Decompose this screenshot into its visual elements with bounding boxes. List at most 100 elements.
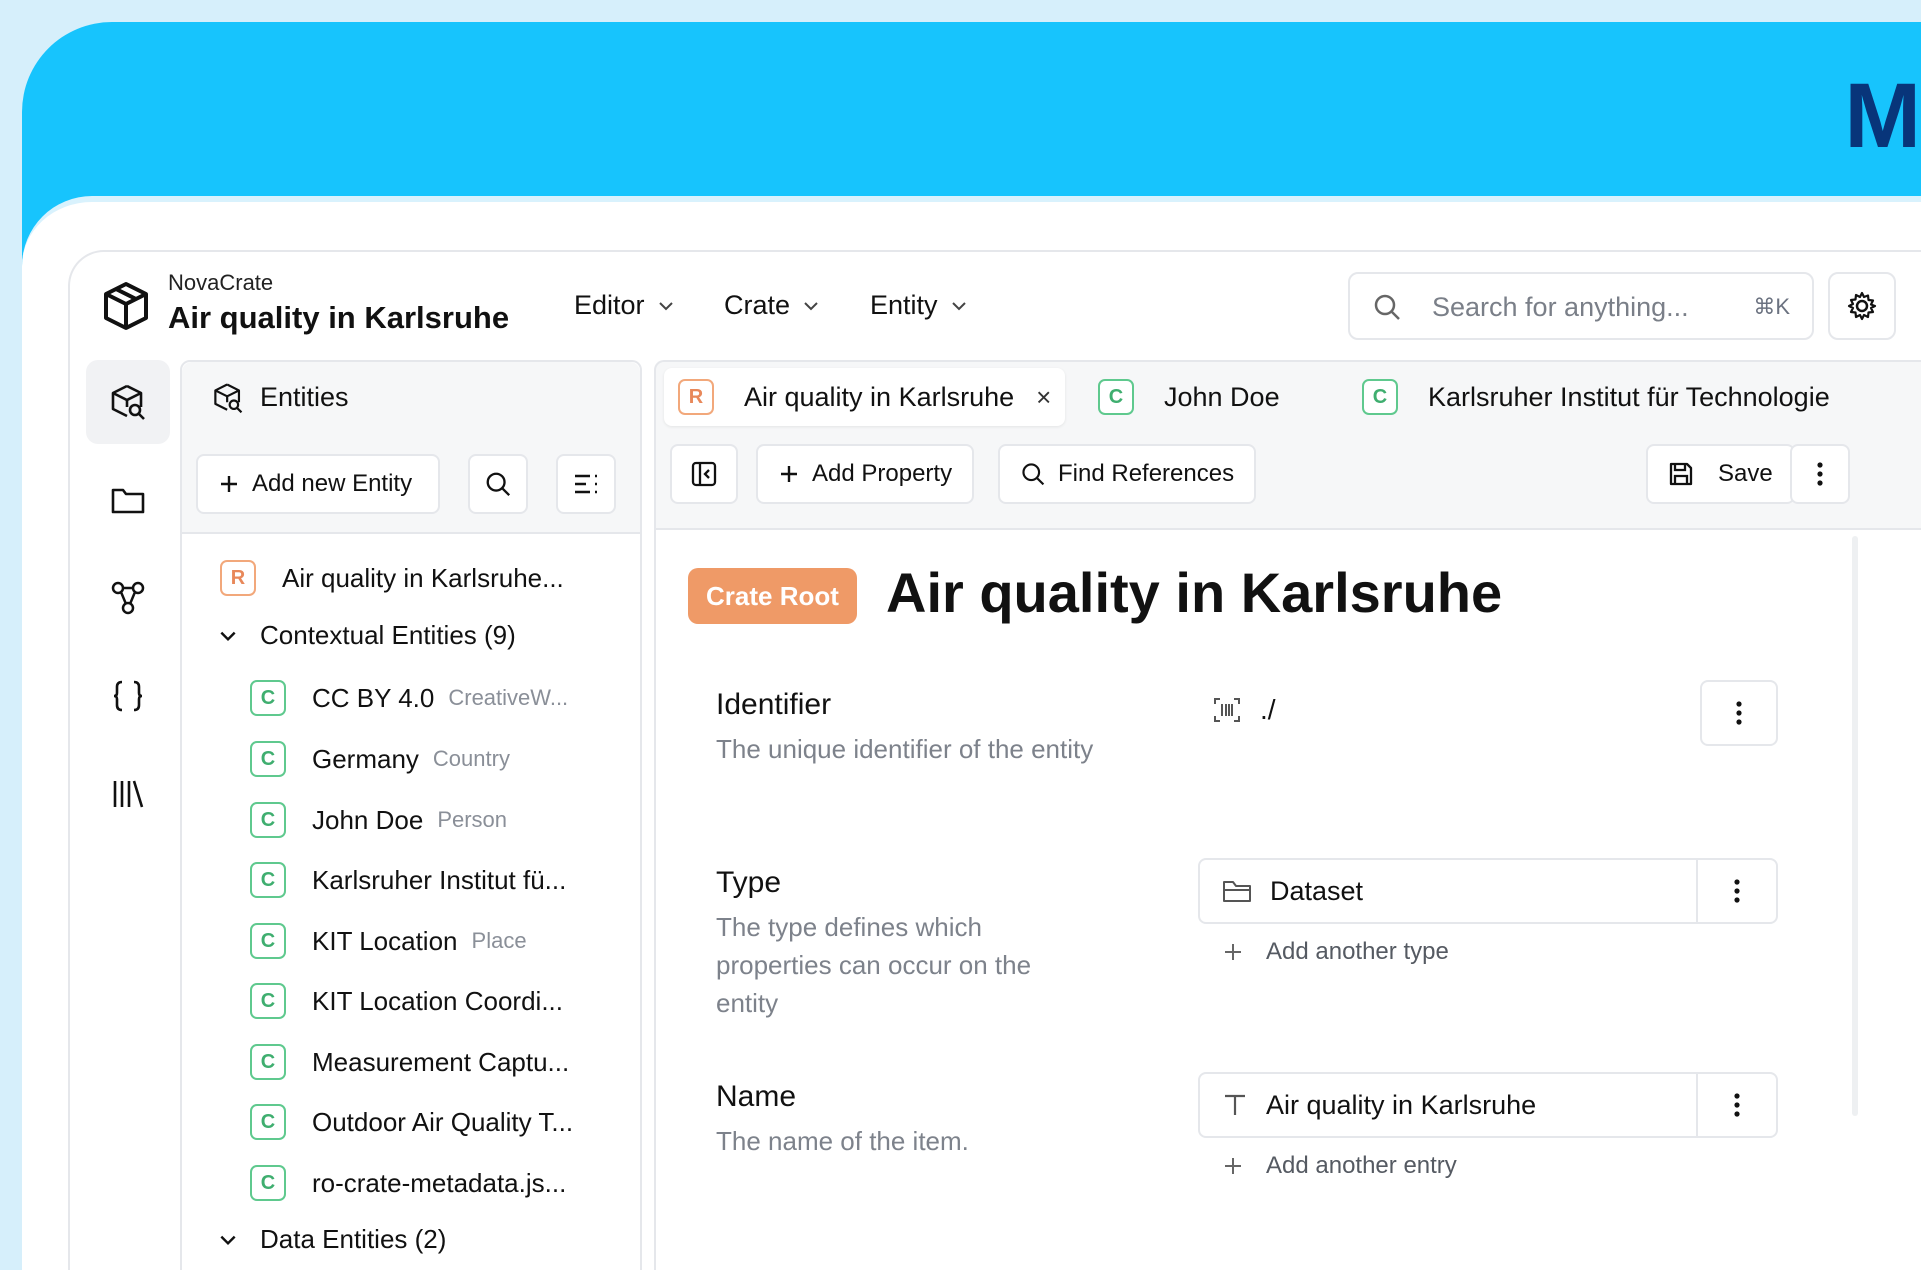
plus-icon [781,466,797,482]
property-name-name: Name [716,1080,797,1113]
app-window: NovaCrate Air quality in Karlsruhe Edito… [68,250,1921,1270]
tab-label: John Doe [1164,381,1280,412]
rail-json[interactable] [86,654,170,738]
contextual-badge: C [250,802,286,838]
kebab-icon [1736,701,1742,725]
type-options-button[interactable] [1696,860,1776,922]
scrollbar[interactable] [1852,536,1858,1116]
search-icon [1022,463,1045,486]
tree-group-data-label: Data Entities (2) [260,1224,447,1254]
json-icon [113,680,143,712]
find-references-button[interactable]: Find References [998,444,1257,504]
search-icon [486,472,511,497]
type-value-field[interactable]: Dataset [1198,858,1778,924]
property-name-description: The name of the item. [716,1126,969,1156]
entities-icon [111,384,145,420]
rail-entities[interactable] [86,360,170,444]
add-entry-button[interactable]: Add another entry [1222,1152,1457,1180]
rail-library[interactable] [86,752,170,836]
tree-root-entity[interactable]: R Air quality in Karlsruhe... [220,560,564,596]
tree-item-type: Country [432,746,510,771]
menu-editor[interactable]: Editor [574,290,675,321]
tree-item[interactable]: C Measurement Captu... [250,1044,569,1080]
crate-root-badge: Crate Root [688,568,857,624]
tree-item-name: KIT Location [312,925,458,956]
chevron-down-icon [804,301,818,310]
add-property-button[interactable]: Add Property [756,444,975,504]
menu-editor-label: Editor [574,290,645,320]
tree-item[interactable]: C Outdoor Air Quality T... [250,1104,573,1140]
contextual-badge: C [250,923,286,959]
tree-item-name: KIT Location Coordi... [312,985,563,1016]
tab-air-quality[interactable]: R Air quality in Karlsruhe × [664,368,1066,426]
menu-entity[interactable]: Entity [870,290,968,321]
add-type-label: Add another type [1266,938,1449,965]
tree-item[interactable]: C KIT Location Coordi... [250,983,563,1019]
text-type-icon [1222,1092,1248,1118]
tab-john-doe[interactable]: C John Doe [1084,368,1294,426]
list-options-icon [575,474,597,494]
contextual-badge: C [250,1044,286,1080]
name-value-field[interactable]: Air quality in Karlsruhe [1198,1072,1778,1138]
entity-list-options-button[interactable] [556,454,616,514]
tree-item-name: Karlsruher Institut fü... [312,864,567,895]
tree-item[interactable]: C CC BY 4.0 CreativeW... [250,680,568,716]
tree-group-contextual-label: Contextual Entities (9) [260,620,516,650]
tree-item[interactable]: C ro-crate-metadata.js... [250,1165,566,1201]
search-shortcut: ⌘K [1753,294,1790,319]
tree-item-name: Outdoor Air Quality T... [312,1106,574,1137]
identifier-text: ./ [1260,694,1276,725]
add-type-button[interactable]: Add another type [1222,938,1449,966]
tree-item[interactable]: C John Doe Person [250,802,507,838]
gear-icon [1847,291,1877,321]
menu-crate[interactable]: Crate [724,290,820,321]
menu-crate-label: Crate [724,290,791,320]
chevron-down-icon [951,301,966,310]
folder-icon [111,488,145,514]
tab-bar: R Air quality in Karlsruhe × C John Doe … [654,360,1921,432]
identifier-options-button[interactable] [1700,680,1778,746]
tab-label: Air quality in Karlsruhe [744,381,1015,412]
tree-item[interactable]: C Germany Country [250,741,510,777]
collapse-panel-button[interactable] [670,444,738,504]
contextual-badge: C [1098,379,1134,415]
tree-item-name: Measurement Captu... [312,1046,570,1077]
search-box[interactable]: ⌘K [1348,272,1814,340]
tree-group-data[interactable]: Data Entities (2) [218,1224,446,1255]
tree-item[interactable]: C Karlsruher Institut fü... [250,862,566,898]
name-value-text: Air quality in Karlsruhe [1266,1089,1537,1120]
crate-title: Air quality in Karlsruhe [168,300,510,335]
name-options-button[interactable] [1696,1074,1776,1136]
tree-item-type: CreativeW... [448,685,569,710]
entity-title: Air quality in Karlsruhe [886,561,1503,624]
tree-item-name: John Doe [312,804,424,835]
tree-item[interactable]: C KIT Location Place [250,923,527,959]
tree-item-name: ro-crate-metadata.js... [312,1167,567,1198]
kebab-icon [1817,462,1823,486]
entity-search-button[interactable] [468,454,528,514]
search-input[interactable] [1430,288,1734,326]
add-entity-button[interactable]: Add new Entity [196,454,440,514]
graph-icon [111,581,145,615]
more-options-button[interactable] [1790,444,1850,504]
entity-editor: Crate Root Air quality in Karlsruhe Iden… [654,530,1921,1270]
tree-item-type: Person [437,807,508,832]
settings-button[interactable] [1828,272,1896,340]
tree-group-contextual[interactable]: Contextual Entities (9) [218,620,516,651]
contextual-badge: C [250,983,286,1019]
tree-root-label: Air quality in Karlsruhe... [282,562,564,593]
rail-graph[interactable] [86,556,170,640]
property-identifier-name: Identifier [716,688,832,721]
entities-panel-title: Entities [260,382,349,412]
kebab-icon [1734,1093,1740,1117]
tree-item-name: Germany [312,743,419,774]
type-value-text: Dataset [1270,875,1364,906]
rail-files[interactable] [86,458,170,542]
tab-label: Karlsruher Institut für Technologie [1428,381,1830,412]
root-badge: R [220,560,256,596]
close-icon[interactable]: × [1036,382,1051,413]
tab-kit[interactable]: C Karlsruher Institut für Technologie [1348,368,1844,426]
folder-icon [1222,878,1252,904]
barcode-icon [1214,698,1240,722]
save-button[interactable]: Save [1646,444,1795,504]
